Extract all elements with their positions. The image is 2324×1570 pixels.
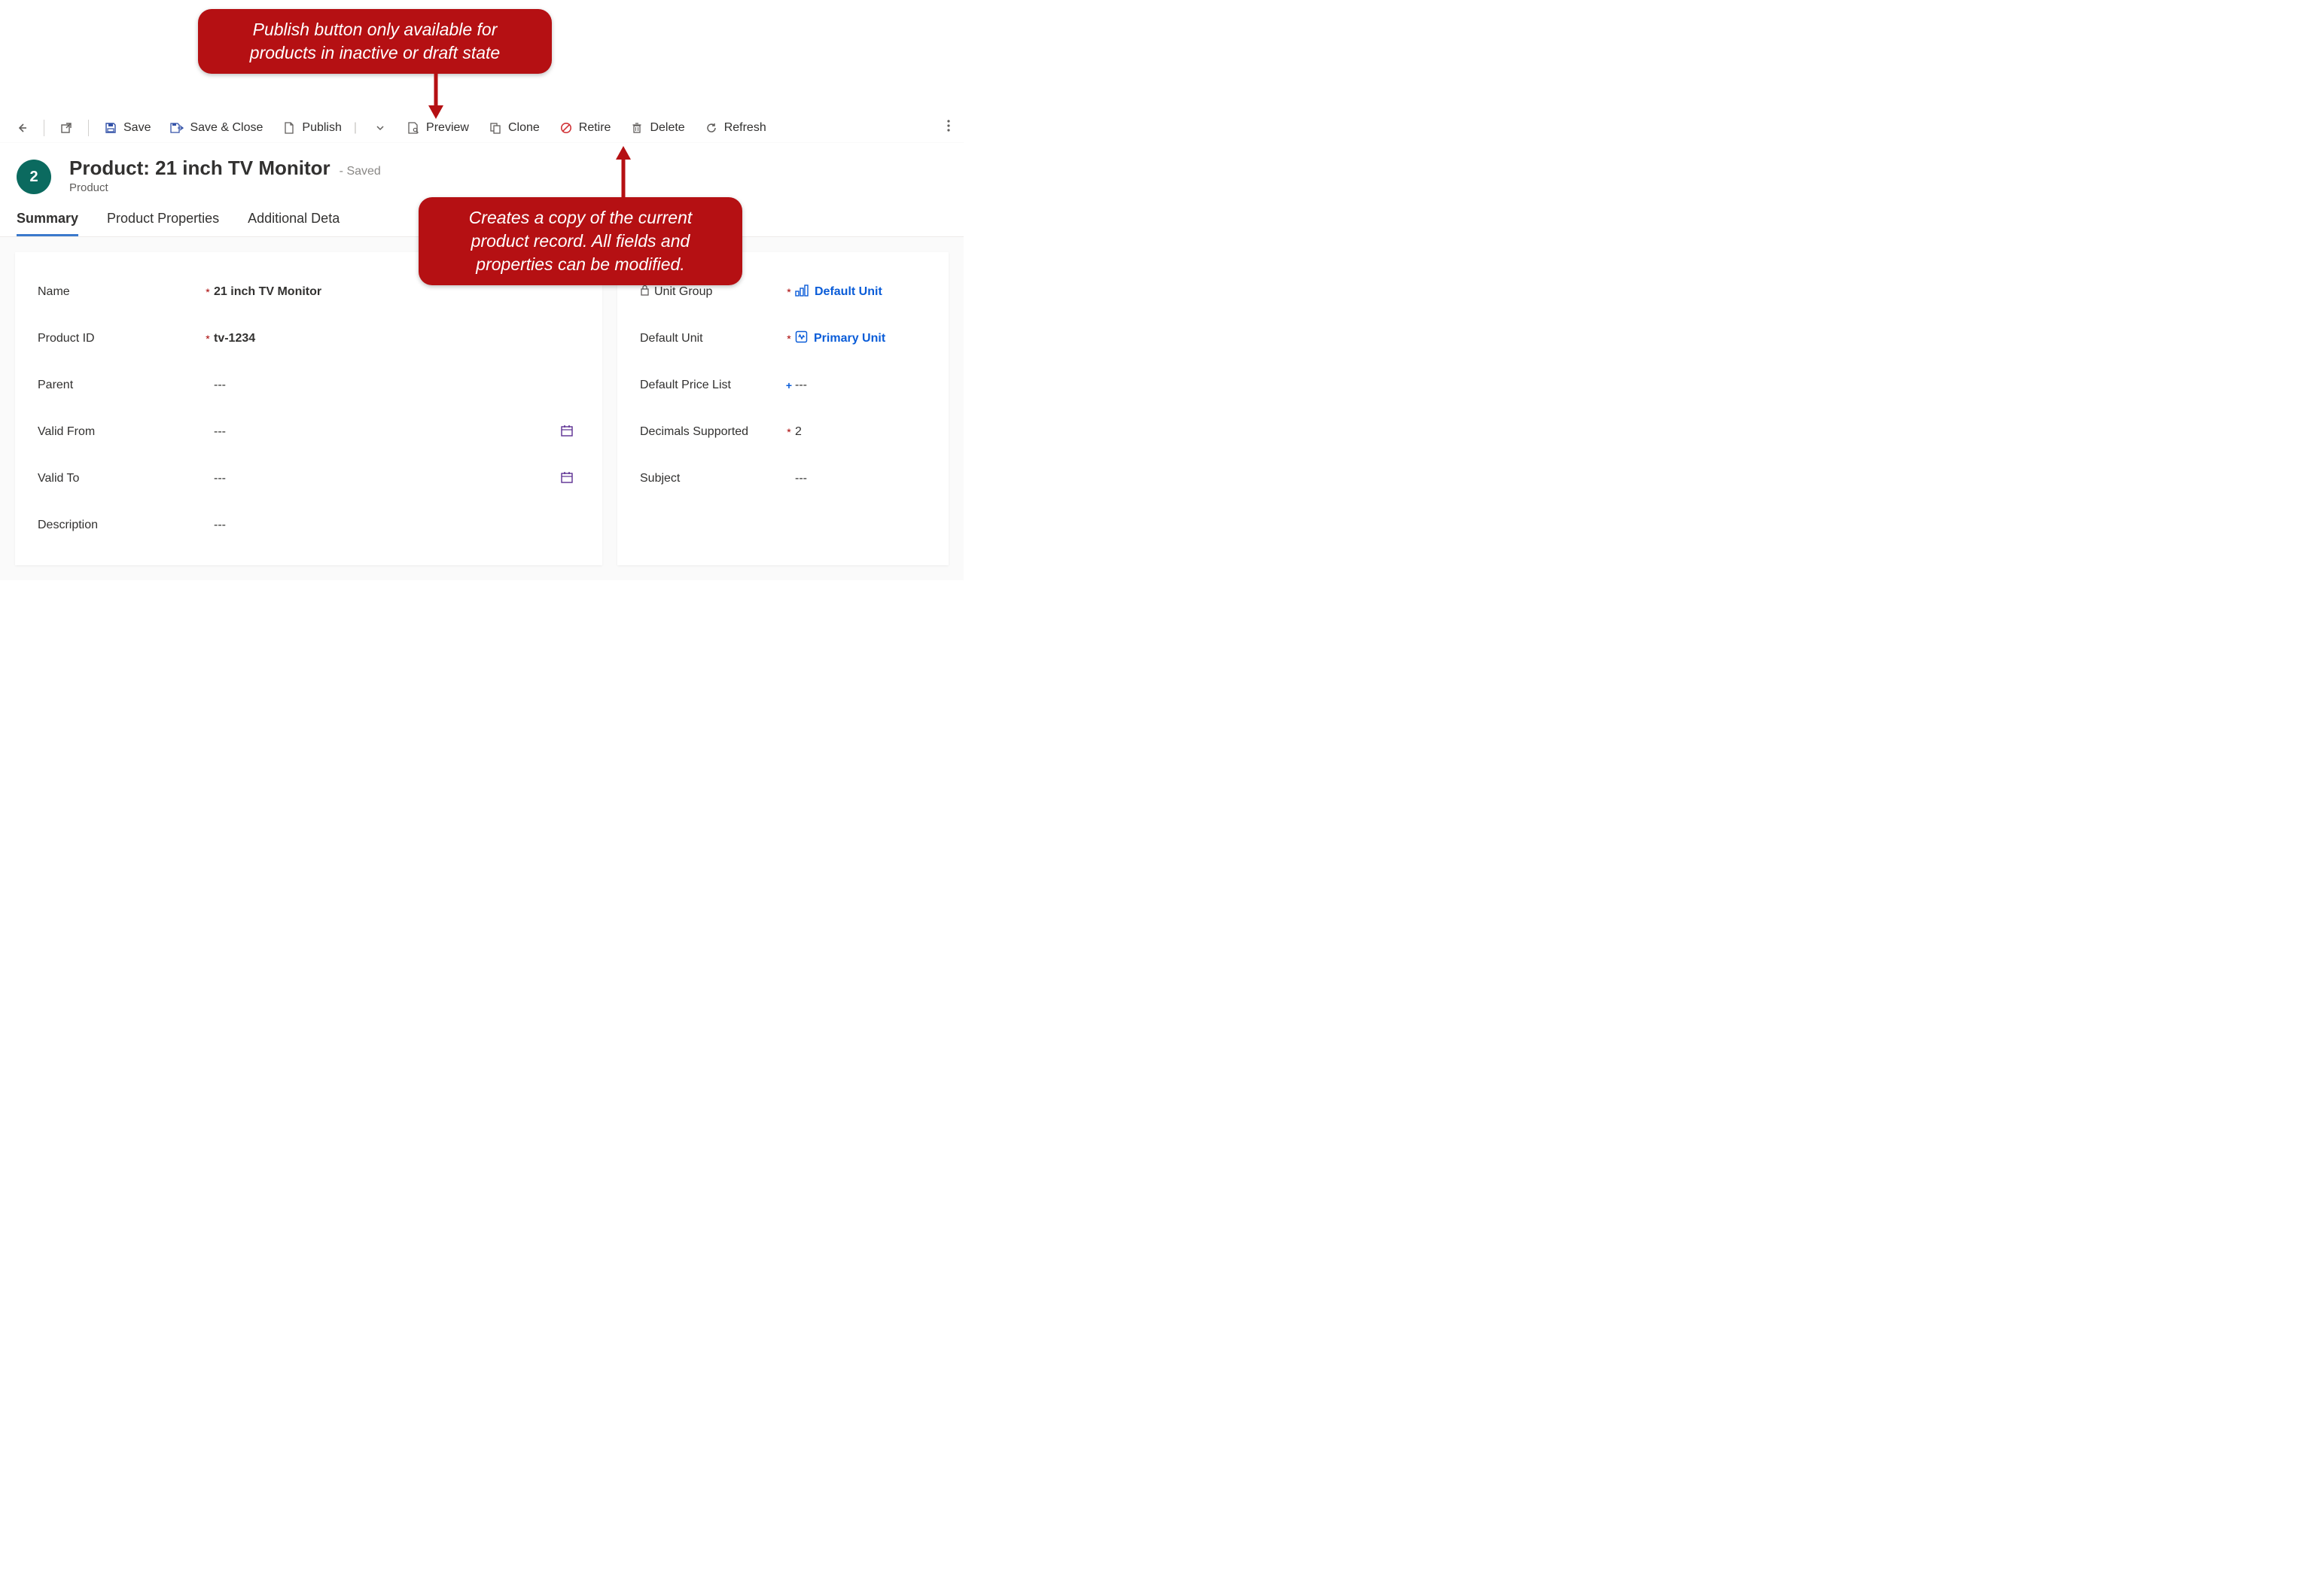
- save-icon: [104, 121, 117, 135]
- chevron-down-icon[interactable]: [373, 121, 387, 135]
- default-unit-field[interactable]: Primary Unit: [795, 330, 926, 347]
- calendar-icon[interactable]: [560, 470, 580, 488]
- required-marker: *: [783, 426, 795, 438]
- lock-icon: [640, 284, 650, 300]
- unit-group-label: Unit Group: [654, 285, 712, 299]
- required-marker: *: [783, 286, 795, 298]
- unit-group-field[interactable]: Default Unit: [795, 284, 926, 300]
- description-label: Description: [38, 519, 98, 532]
- price-list-field[interactable]: ---: [795, 379, 926, 392]
- subject-field[interactable]: ---: [795, 472, 926, 485]
- save-close-icon: [170, 121, 184, 135]
- required-marker: *: [783, 333, 795, 345]
- stage-indicator[interactable]: 2: [17, 160, 51, 194]
- general-section: Name * 21 inch TV Monitor Product ID * t…: [15, 252, 602, 565]
- delete-icon: [630, 121, 644, 135]
- publish-button[interactable]: Publish |: [273, 117, 396, 139]
- clone-label: Clone: [508, 121, 540, 135]
- refresh-label: Refresh: [724, 121, 766, 135]
- price-list-label: Default Price List: [640, 379, 731, 392]
- preview-label: Preview: [426, 121, 469, 135]
- preview-icon: [407, 121, 420, 135]
- parent-label: Parent: [38, 379, 73, 392]
- clone-button[interactable]: Clone: [480, 117, 549, 139]
- decimals-field[interactable]: 2: [795, 425, 926, 439]
- annotation-arrow-1: [428, 65, 443, 122]
- product-id-label: Product ID: [38, 332, 95, 345]
- delete-label: Delete: [650, 121, 684, 135]
- split-divider: |: [354, 121, 357, 135]
- refresh-button[interactable]: Refresh: [696, 117, 775, 139]
- subject-label: Subject: [640, 472, 680, 485]
- required-marker: *: [202, 333, 214, 345]
- publish-label: Publish: [302, 121, 341, 135]
- unit-section: Unit Group * Default Unit Default Unit *: [617, 252, 949, 565]
- annotation-arrow-2: [616, 145, 631, 203]
- default-unit-label: Default Unit: [640, 332, 703, 345]
- save-button[interactable]: Save: [95, 117, 160, 139]
- retire-button[interactable]: Retire: [550, 117, 620, 139]
- separator: [88, 120, 89, 136]
- name-field[interactable]: 21 inch TV Monitor: [214, 285, 580, 299]
- decimals-label: Decimals Supported: [640, 425, 748, 439]
- tab-summary[interactable]: Summary: [17, 211, 78, 236]
- back-arrow-icon: [15, 121, 29, 135]
- record-header: 2 Product: 21 inch TV Monitor - Saved Pr…: [0, 143, 964, 194]
- record-title: Product: 21 inch TV Monitor: [69, 157, 330, 180]
- command-bar: Save Save & Close Publish | Preview: [0, 113, 964, 143]
- product-id-field[interactable]: tv-1234: [214, 332, 580, 345]
- delete-button[interactable]: Delete: [621, 117, 693, 139]
- annotation-clone-text: Creates a copy of the current product re…: [469, 208, 693, 274]
- annotation-clone: Creates a copy of the current product re…: [419, 197, 742, 285]
- stage-number: 2: [29, 169, 38, 186]
- parent-field[interactable]: ---: [214, 379, 580, 392]
- annotation-publish: Publish button only available for produc…: [198, 9, 552, 74]
- calendar-icon[interactable]: [560, 424, 580, 441]
- tab-additional-details[interactable]: Additional Deta: [248, 211, 340, 236]
- valid-from-field[interactable]: ---: [214, 425, 560, 439]
- save-label: Save: [123, 121, 151, 135]
- refresh-icon: [705, 121, 718, 135]
- unit-group-lookup-icon: [795, 284, 809, 300]
- overflow-menu[interactable]: [940, 115, 958, 140]
- back-button[interactable]: [6, 117, 38, 139]
- name-label: Name: [38, 285, 70, 299]
- annotation-publish-text: Publish button only available for produc…: [250, 20, 500, 62]
- save-status: - Saved: [340, 165, 381, 178]
- recommended-marker: +: [783, 379, 795, 391]
- required-marker: *: [202, 286, 214, 298]
- save-close-button[interactable]: Save & Close: [161, 117, 272, 139]
- valid-to-label: Valid To: [38, 472, 79, 485]
- form-body: Name * 21 inch TV Monitor Product ID * t…: [0, 237, 964, 580]
- popout-icon: [59, 121, 73, 135]
- save-close-label: Save & Close: [190, 121, 263, 135]
- entity-name: Product: [69, 181, 381, 194]
- popout-button[interactable]: [50, 117, 82, 139]
- publish-icon: [282, 121, 296, 135]
- valid-to-field[interactable]: ---: [214, 472, 560, 485]
- clone-icon: [489, 121, 502, 135]
- default-unit-lookup-icon: [795, 330, 808, 347]
- retire-label: Retire: [579, 121, 611, 135]
- valid-from-label: Valid From: [38, 425, 95, 439]
- description-field[interactable]: ---: [214, 519, 580, 532]
- tab-product-properties[interactable]: Product Properties: [107, 211, 219, 236]
- retire-icon: [559, 121, 573, 135]
